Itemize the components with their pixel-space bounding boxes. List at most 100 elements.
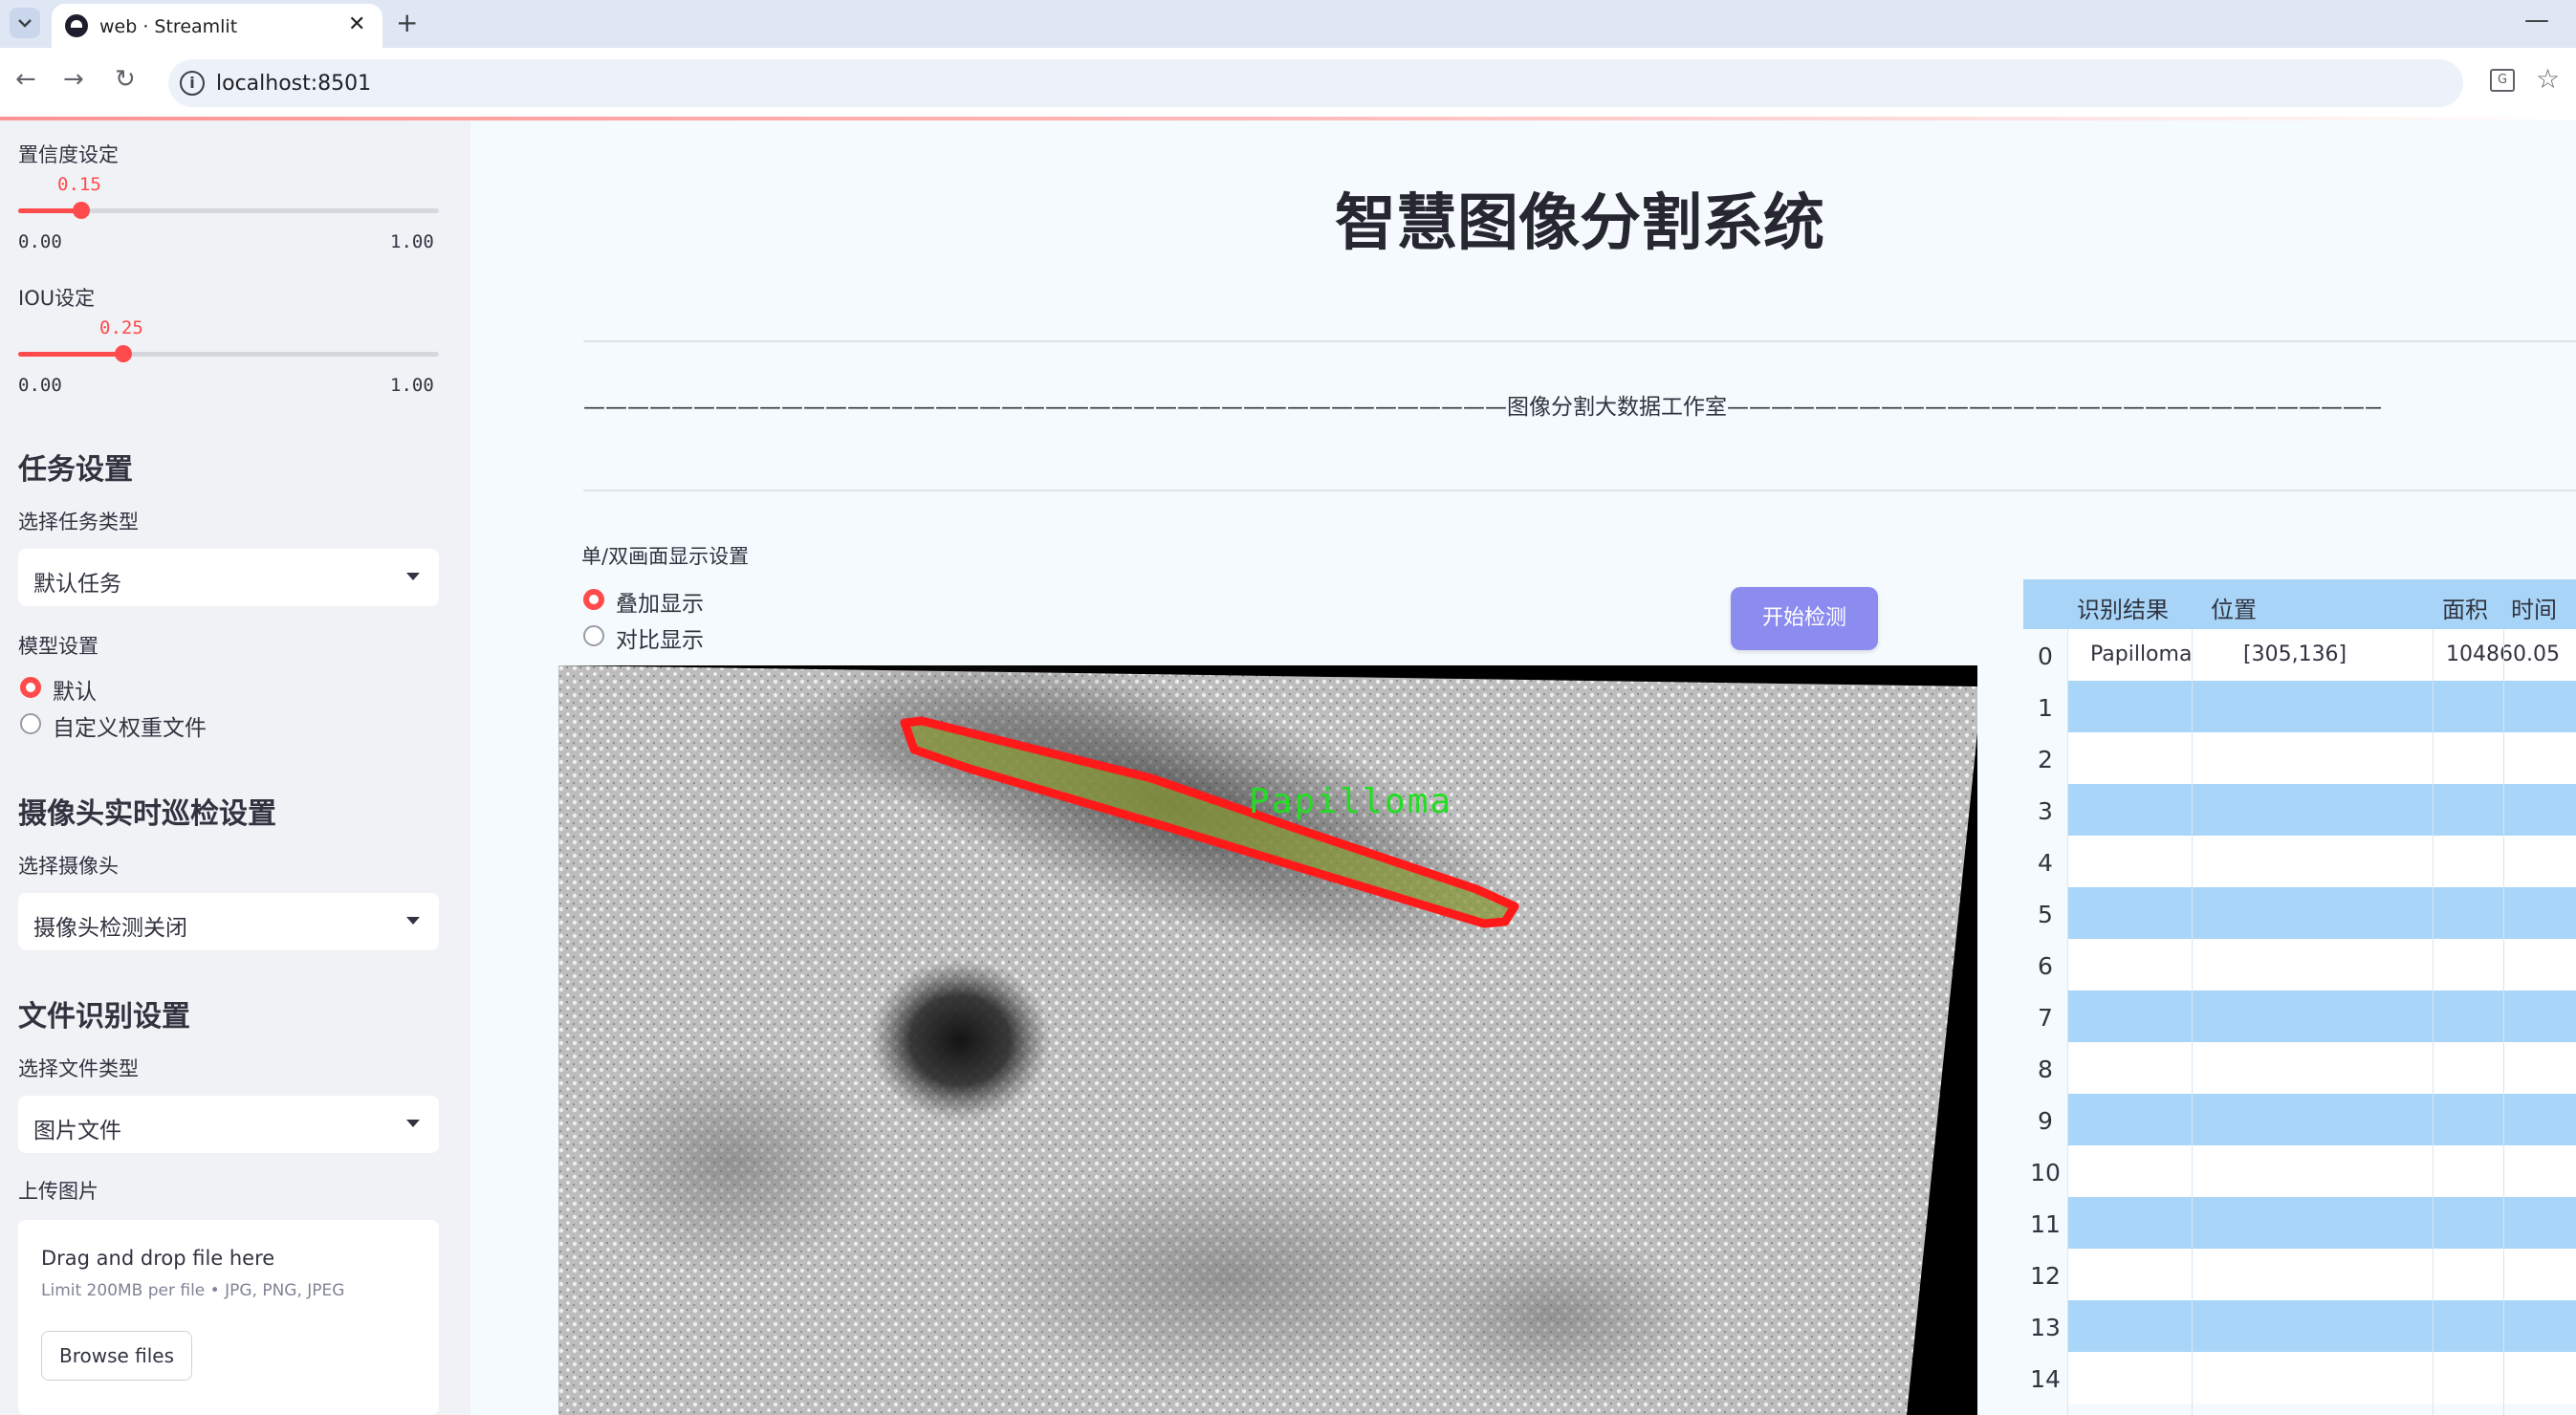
table-row[interactable]: 14: [2023, 1352, 2576, 1404]
camera-settings-heading: 摄像头实时巡检设置: [18, 797, 276, 831]
table-row[interactable]: 13: [2023, 1300, 2576, 1352]
row-index: 7: [2023, 990, 2067, 1042]
url-text[interactable]: localhost:8501: [216, 72, 371, 96]
detection-label: Papilloma: [1249, 782, 1453, 821]
model-settings-label: 模型设置: [18, 635, 98, 658]
row-index: 3: [2023, 784, 2067, 836]
minimize-window-icon[interactable]: —: [2524, 6, 2549, 34]
row-index: 11: [2023, 1197, 2067, 1249]
task-type-label: 选择任务类型: [18, 511, 139, 533]
browser-tab-bar: web · Streamlit ✕ + —: [0, 0, 2576, 48]
confidence-min: 0.00: [18, 231, 62, 252]
table-row[interactable]: 6: [2023, 939, 2576, 990]
confidence-label: 置信度设定: [18, 143, 119, 166]
reload-icon[interactable]: ↻: [115, 65, 136, 94]
task-type-select[interactable]: 默认任务: [18, 549, 439, 606]
tab-title: web · Streamlit: [99, 16, 238, 37]
bookmark-star-icon[interactable]: ☆: [2536, 63, 2560, 95]
iou-max: 1.00: [390, 375, 434, 396]
chevron-down-icon: [406, 917, 420, 925]
column-divider: [2503, 629, 2504, 1415]
dark-lesion: [869, 959, 1051, 1121]
chevron-down-icon: [406, 1120, 420, 1127]
site-info-icon[interactable]: i: [180, 71, 205, 96]
table-row[interactable]: 4: [2023, 836, 2576, 887]
row-index: 2: [2023, 732, 2067, 784]
row-index: 9: [2023, 1094, 2067, 1145]
file-type-label: 选择文件类型: [18, 1057, 139, 1080]
row-index: 1: [2023, 681, 2067, 732]
iou-label: IOU设定: [18, 287, 96, 310]
file-type-value: 图片文件: [33, 1119, 121, 1143]
table-row[interactable]: 8: [2023, 1042, 2576, 1094]
streamlit-favicon-icon: [65, 14, 88, 37]
iou-slider-thumb[interactable]: [115, 345, 132, 362]
radio-unselected-icon[interactable]: [583, 625, 604, 646]
row-index: 13: [2023, 1300, 2067, 1352]
result-table[interactable]: 识别结果 位置 面积 时间 0 Papilloma [305,136] 10 4 8 6 0.…: [2023, 579, 2576, 1415]
file-settings-heading: 文件识别设置: [18, 1000, 190, 1034]
result-cell: Papilloma: [2090, 642, 2193, 666]
column-header: 位置: [2211, 597, 2257, 623]
model-option-label: 默认: [53, 680, 97, 705]
sidebar: 置信度设定 0.15 0.00 1.00 IOU设定 0.25 0.00 1.0…: [0, 120, 470, 1415]
column-header: 识别结果: [2077, 597, 2169, 623]
table-row[interactable]: 11: [2023, 1197, 2576, 1249]
confidence-max: 1.00: [390, 231, 434, 252]
task-type-value: 默认任务: [33, 572, 121, 597]
row-index: 4: [2023, 836, 2067, 887]
table-row[interactable]: 1: [2023, 681, 2576, 732]
table-row[interactable]: 5: [2023, 887, 2576, 939]
file-dropzone[interactable]: Drag and drop file here Limit 200MB per …: [18, 1220, 439, 1415]
table-row[interactable]: 9: [2023, 1094, 2576, 1145]
table-row[interactable]: 12: [2023, 1249, 2576, 1300]
back-arrow-icon[interactable]: ←: [15, 65, 36, 94]
row-index: 0: [2023, 629, 2067, 681]
table-row[interactable]: 0 Papilloma [305,136] 10486 0.05: [2023, 629, 2576, 681]
page-title: 智慧图像分割系统: [1335, 188, 1824, 259]
display-option-label: 叠加显示: [616, 592, 704, 617]
column-divider: [2192, 629, 2193, 1415]
table-row[interactable]: 7: [2023, 990, 2576, 1042]
confidence-value: 0.15: [57, 174, 101, 195]
radio-selected-icon[interactable]: [583, 589, 604, 610]
table-row[interactable]: 2: [2023, 732, 2576, 784]
confidence-slider-thumb[interactable]: [73, 202, 90, 219]
radio-unselected-icon[interactable]: [20, 713, 41, 734]
divider: [583, 340, 2576, 342]
column-divider: [2067, 629, 2068, 1415]
browse-files-button[interactable]: Browse files: [41, 1331, 192, 1381]
iou-min: 0.00: [18, 375, 62, 396]
url-field[interactable]: i localhost:8501: [168, 59, 2463, 107]
new-tab-icon[interactable]: +: [396, 7, 418, 38]
column-header: 时间: [2511, 597, 2557, 623]
radio-selected-icon[interactable]: [20, 677, 41, 698]
forward-arrow-icon[interactable]: →: [63, 65, 84, 94]
dropzone-limit: Limit 200MB per file • JPG, PNG, JPEG: [41, 1281, 345, 1300]
row-index: 12: [2023, 1249, 2067, 1300]
confidence-slider[interactable]: [18, 202, 439, 219]
start-detection-button[interactable]: 开始检测: [1731, 587, 1878, 650]
chevron-down-icon: [406, 573, 420, 580]
upload-label: 上传图片: [18, 1180, 98, 1203]
tab-close-icon[interactable]: ✕: [348, 12, 365, 36]
browser-tab[interactable]: web · Streamlit ✕: [52, 4, 382, 48]
tab-search-chevron-icon[interactable]: [10, 8, 40, 38]
position-cell: [305,136]: [2243, 642, 2347, 666]
table-header: 识别结果 位置 面积 时间: [2023, 579, 2576, 629]
row-index: 10: [2023, 1145, 2067, 1197]
column-header: 面积: [2442, 597, 2488, 623]
studio-banner: ————————————————————————————————————————…: [583, 395, 2381, 420]
iou-slider[interactable]: [18, 345, 439, 362]
dropzone-title: Drag and drop file here: [41, 1247, 275, 1270]
iou-slider-fill: [18, 352, 123, 357]
translate-icon[interactable]: G: [2490, 69, 2515, 92]
table-row[interactable]: 10: [2023, 1145, 2576, 1197]
table-row[interactable]: 3: [2023, 784, 2576, 836]
camera-select[interactable]: 摄像头检测关闭: [18, 893, 439, 950]
time-cell: 0.05: [2513, 642, 2560, 666]
row-index: 14: [2023, 1352, 2067, 1404]
main-content: 智慧图像分割系统 ———————————————————————————————…: [470, 120, 2576, 1415]
file-type-select[interactable]: 图片文件: [18, 1096, 439, 1153]
model-option-label: 自定义权重文件: [53, 716, 207, 741]
